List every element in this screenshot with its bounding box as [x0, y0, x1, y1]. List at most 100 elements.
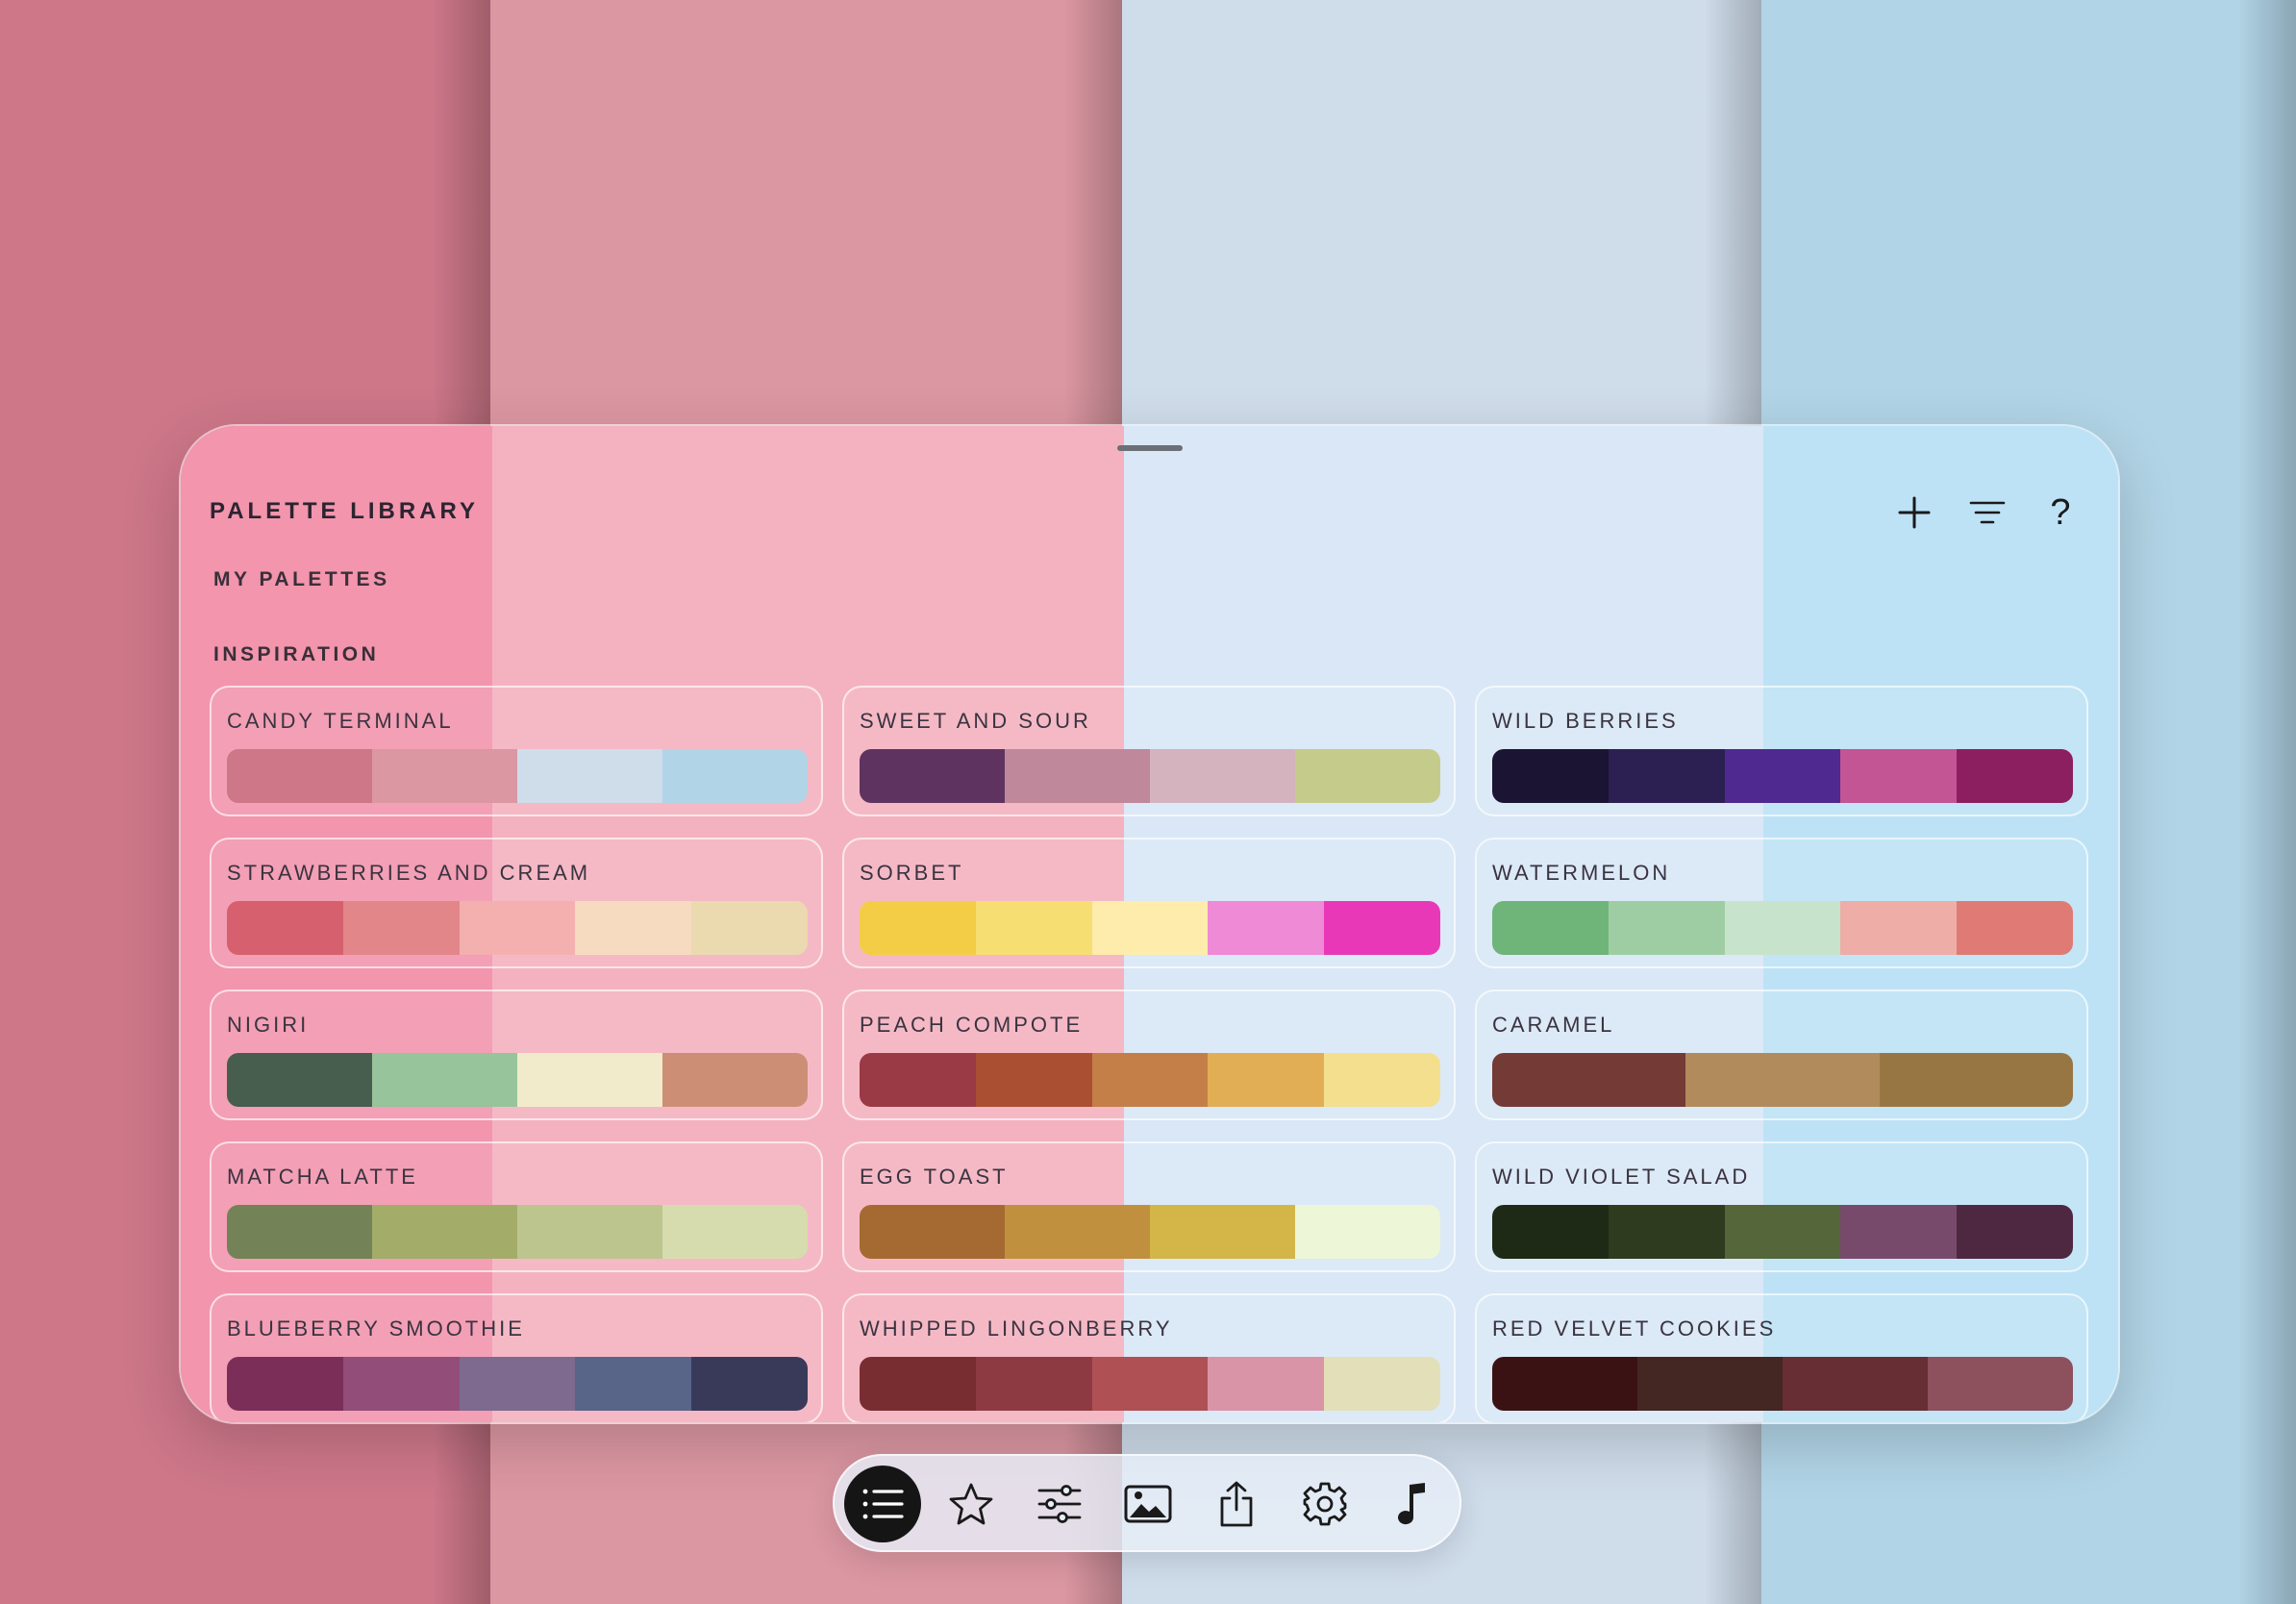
color-swatch — [1324, 1053, 1440, 1107]
palette-name: NIGIRI — [227, 1013, 310, 1037]
palette-name: CARAMEL — [1492, 1013, 1615, 1037]
palette-library-sheet: PALETTE LIBRARY ? MY PALETTES INSPIRATIO… — [179, 424, 2120, 1424]
color-swatch — [1208, 901, 1325, 955]
color-swatch — [1724, 901, 1841, 955]
help-button[interactable]: ? — [2034, 486, 2087, 539]
palette-card[interactable]: BLUEBERRY SMOOTHIE — [210, 1293, 823, 1422]
palette-name: WILD BERRIES — [1492, 709, 1679, 733]
sliders-icon — [1037, 1485, 1082, 1523]
color-swatch — [372, 749, 517, 803]
color-swatch — [1928, 1357, 2073, 1411]
add-button[interactable] — [1887, 486, 1941, 539]
color-swatch — [860, 1053, 976, 1107]
help-icon: ? — [2050, 492, 2071, 533]
image-icon — [1124, 1485, 1172, 1523]
filter-button[interactable] — [1960, 486, 2014, 539]
palette-name: WILD VIOLET SALAD — [1492, 1165, 1751, 1189]
gear-icon — [1303, 1482, 1347, 1526]
toolbar-favorites-button[interactable] — [933, 1466, 1010, 1542]
color-swatch — [575, 1357, 692, 1411]
color-swatch — [1637, 1357, 1783, 1411]
color-swatch — [1295, 749, 1440, 803]
toolbar-list-button[interactable] — [844, 1466, 921, 1542]
color-swatch — [1840, 749, 1958, 803]
palette-card[interactable]: CARAMEL — [1475, 990, 2088, 1120]
color-swatch — [1840, 1205, 1958, 1259]
color-swatch — [1324, 901, 1440, 955]
star-icon — [949, 1483, 993, 1525]
palette-card[interactable]: SORBET — [842, 838, 1456, 968]
toolbar-settings-button[interactable] — [1286, 1466, 1363, 1542]
page-title: PALETTE LIBRARY — [210, 498, 479, 524]
toolbar-image-button[interactable] — [1110, 1466, 1186, 1542]
palette-swatches — [1492, 1357, 2073, 1411]
color-swatch — [342, 1357, 460, 1411]
color-swatch — [1685, 1053, 1880, 1107]
color-swatch — [1492, 749, 1609, 803]
palette-name: EGG TOAST — [860, 1165, 1009, 1189]
palette-swatches — [227, 901, 808, 955]
color-swatch — [1957, 1205, 2073, 1259]
palette-swatches — [1492, 1053, 2073, 1107]
color-swatch — [1724, 749, 1841, 803]
palette-card[interactable]: PEACH COMPOTE — [842, 990, 1456, 1120]
palette-card[interactable]: STRAWBERRIES AND CREAM — [210, 838, 823, 968]
color-swatch — [1150, 749, 1295, 803]
color-swatch — [1091, 901, 1209, 955]
color-swatch — [227, 1205, 372, 1259]
palette-name: RED VELVET COOKIES — [1492, 1316, 1777, 1341]
palette-card[interactable]: WILD BERRIES — [1475, 686, 2088, 816]
palette-swatches — [860, 1205, 1440, 1259]
color-swatch — [1879, 1053, 2073, 1107]
palette-card[interactable]: WILD VIOLET SALAD — [1475, 1141, 2088, 1272]
color-swatch — [1091, 1053, 1209, 1107]
palette-name: PEACH COMPOTE — [860, 1013, 1084, 1037]
palette-name: SORBET — [860, 861, 964, 885]
palette-name: SWEET AND SOUR — [860, 709, 1091, 733]
palette-name: CANDY TERMINAL — [227, 709, 454, 733]
sheet-grabber[interactable] — [1117, 445, 1183, 451]
color-swatch — [517, 1205, 662, 1259]
toolbar-music-button[interactable] — [1375, 1466, 1452, 1542]
color-swatch — [1150, 1205, 1295, 1259]
palette-swatches — [227, 749, 808, 803]
color-swatch — [517, 749, 662, 803]
color-swatch — [975, 1357, 1092, 1411]
filter-icon — [1969, 501, 2006, 524]
palette-card[interactable]: WHIPPED LINGONBERRY — [842, 1293, 1456, 1422]
color-swatch — [1005, 749, 1150, 803]
color-swatch — [1783, 1357, 1928, 1411]
add-icon — [1898, 496, 1931, 529]
color-swatch — [691, 1357, 808, 1411]
color-swatch — [860, 1357, 976, 1411]
color-swatch — [860, 901, 976, 955]
color-swatch — [1957, 749, 2073, 803]
color-swatch — [662, 749, 808, 803]
color-swatch — [1005, 1205, 1150, 1259]
palette-swatches — [227, 1053, 808, 1107]
palette-card[interactable]: CANDY TERMINAL — [210, 686, 823, 816]
color-swatch — [860, 749, 1005, 803]
palette-name: BLUEBERRY SMOOTHIE — [227, 1316, 525, 1341]
color-swatch — [1608, 749, 1725, 803]
color-swatch — [342, 901, 460, 955]
palette-card[interactable]: NIGIRI — [210, 990, 823, 1120]
toolbar-share-button[interactable] — [1198, 1466, 1275, 1542]
color-swatch — [227, 749, 372, 803]
color-swatch — [372, 1053, 517, 1107]
color-swatch — [662, 1205, 808, 1259]
toolbar-adjust-button[interactable] — [1021, 1466, 1098, 1542]
color-swatch — [662, 1053, 808, 1107]
palette-swatches — [1492, 749, 2073, 803]
color-swatch — [1492, 1053, 1686, 1107]
color-swatch — [575, 901, 692, 955]
palette-card[interactable]: RED VELVET COOKIES — [1475, 1293, 2088, 1422]
palette-name: MATCHA LATTE — [227, 1165, 418, 1189]
palette-card[interactable]: WATERMELON — [1475, 838, 2088, 968]
color-swatch — [1324, 1357, 1440, 1411]
palette-card[interactable]: EGG TOAST — [842, 1141, 1456, 1272]
color-swatch — [975, 1053, 1092, 1107]
palette-card[interactable]: SWEET AND SOUR — [842, 686, 1456, 816]
palette-card[interactable]: MATCHA LATTE — [210, 1141, 823, 1272]
palette-swatches — [860, 901, 1440, 955]
